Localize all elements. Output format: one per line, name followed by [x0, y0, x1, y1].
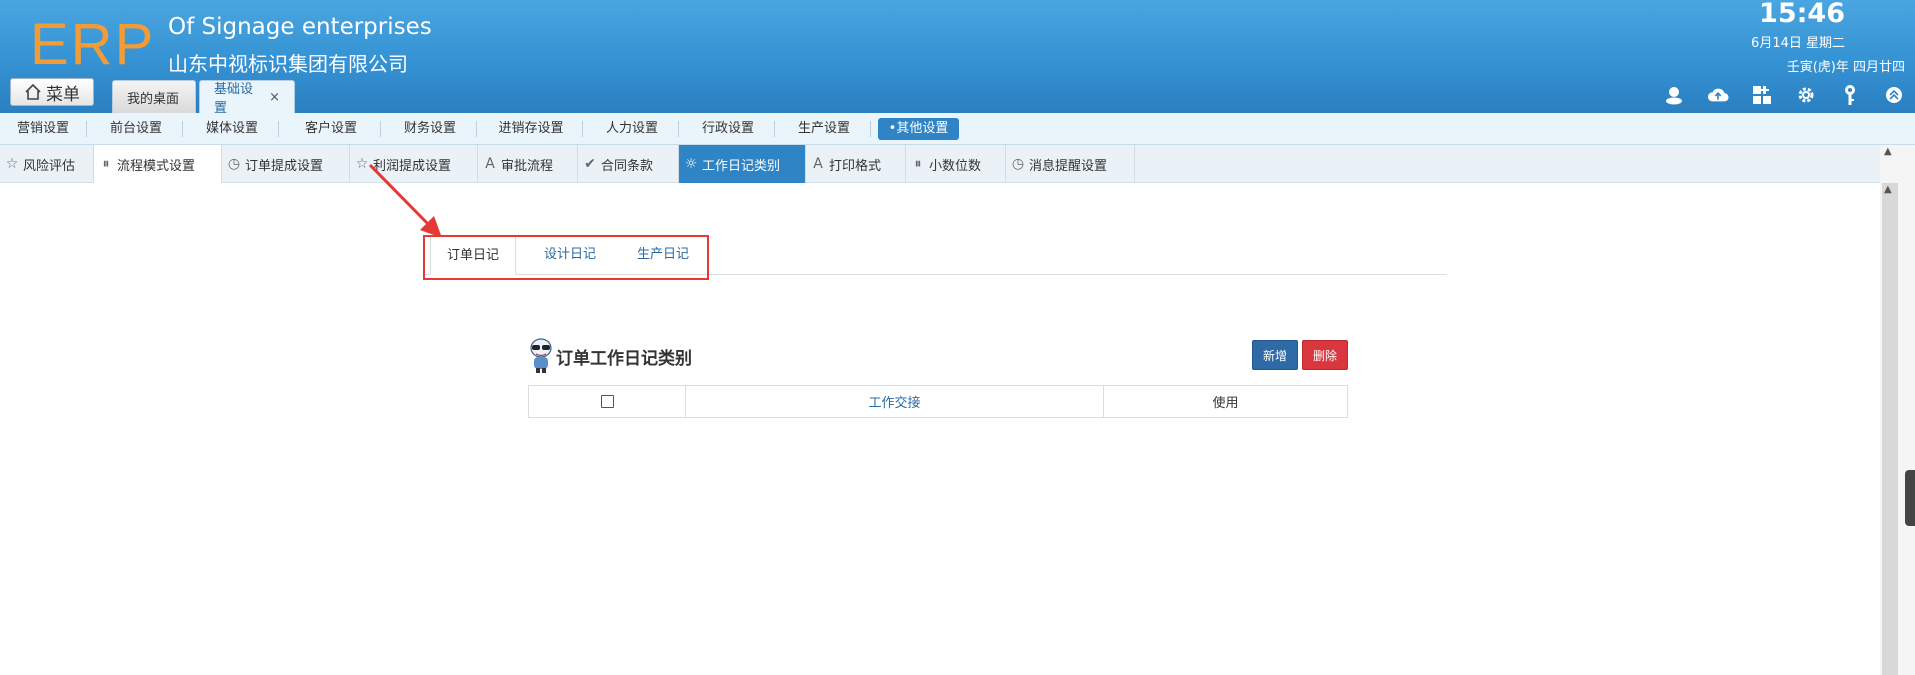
category-table: 工作交接 使用	[528, 385, 1348, 418]
pause-circle-icon: ⏸	[914, 156, 922, 172]
scroll-up-arrow-icon[interactable]: ▲	[1884, 146, 1892, 157]
annotation-highlight-box	[423, 235, 709, 280]
user-icon[interactable]	[1663, 84, 1685, 106]
table-header-use: 使用	[1212, 396, 1239, 411]
tab-my-desktop[interactable]: 我的桌面	[112, 80, 196, 113]
subnav-label: 订单提成设置	[245, 158, 324, 174]
font-a-icon: A	[813, 156, 823, 172]
section-title: 订单工作日记类别	[528, 337, 692, 375]
tab-basic-settings[interactable]: 基础设置 ×	[199, 80, 295, 116]
close-icon[interactable]: ×	[269, 90, 280, 105]
subnav-contract-terms[interactable]: ✔ 合同条款	[578, 145, 679, 183]
subnav-label: 小数位数	[929, 158, 982, 174]
clock-icon: ◷	[227, 156, 241, 172]
table-header-checkbox-cell	[529, 386, 686, 417]
category-other-settings[interactable]: •其他设置	[878, 118, 959, 140]
key-icon[interactable]	[1839, 84, 1861, 106]
category-customer-settings[interactable]: 客户设置	[282, 113, 380, 145]
table-header-work-handover[interactable]: 工作交接	[686, 386, 1104, 417]
home-icon	[25, 83, 41, 100]
category-inventory-settings[interactable]: 进销存设置	[480, 113, 582, 145]
tab-label: 我的桌面	[127, 91, 180, 107]
category-media-settings[interactable]: 媒体设置	[186, 113, 278, 145]
header-toolbar	[1663, 84, 1905, 106]
subnav-label: 合同条款	[601, 158, 654, 174]
clock-lunar-date: 壬寅(虎)年 四月廿四	[1786, 60, 1905, 75]
subnav-risk-assessment[interactable]: ☆ 风险评估	[0, 145, 94, 183]
scrollbar-track[interactable]	[1882, 183, 1898, 675]
subnav-label: 打印格式	[829, 158, 882, 174]
apps-icon[interactable]	[1751, 84, 1773, 106]
clock-icon: ◷	[1011, 156, 1025, 172]
font-a-icon: A	[485, 156, 495, 172]
category-production-settings[interactable]: 生产设置	[778, 113, 870, 145]
tab-label: 基础设置	[214, 82, 254, 116]
pause-circle-icon: ⏸	[102, 156, 110, 172]
category-hr-settings[interactable]: 人力设置	[586, 113, 678, 145]
section-title-text: 订单工作日记类别	[556, 348, 692, 369]
menu-label: 菜单	[46, 84, 80, 105]
subnav-label: 风险评估	[23, 158, 76, 174]
star-icon: ☆	[5, 156, 19, 172]
clock-date: 6月14日 星期二	[1751, 36, 1845, 51]
subnav-message-reminder-settings[interactable]: ◷ 消息提醒设置	[1006, 145, 1135, 183]
delete-button[interactable]: 删除	[1302, 340, 1348, 370]
main-menu-button[interactable]: 菜单	[10, 78, 94, 106]
category-nav: 营销设置 前台设置 媒体设置 客户设置 财务设置 进销存设置 人力设置 行政设置…	[0, 113, 1915, 145]
company-name-cn: 山东中视标识集团有限公司	[168, 52, 408, 76]
subnav-label: 消息提醒设置	[1029, 158, 1108, 174]
sun-icon: ☼	[684, 156, 698, 172]
cloud-upload-icon[interactable]	[1707, 84, 1729, 106]
subnav-print-format[interactable]: A 打印格式	[806, 145, 906, 183]
app-logo: ERP	[30, 12, 156, 77]
category-finance-settings[interactable]: 财务设置	[384, 113, 476, 145]
subnav-label: 审批流程	[501, 158, 554, 174]
sub-nav: ☆ 风险评估 ⏸ 流程模式设置 ◷ 订单提成设置 ☆ 利润提成设置 A 审批流程…	[0, 145, 1880, 183]
company-name-en: Of Signage enterprises	[168, 14, 432, 40]
subnav-approval-process[interactable]: A 审批流程	[478, 145, 578, 183]
collapse-up-icon[interactable]	[1883, 84, 1905, 106]
subnav-decimal-places[interactable]: ⏸ 小数位数	[906, 145, 1006, 183]
gear-icon[interactable]	[1795, 84, 1817, 106]
category-admin-settings[interactable]: 行政设置	[682, 113, 774, 145]
side-widget-handle[interactable]	[1905, 470, 1915, 526]
subnav-label: 流程模式设置	[117, 158, 196, 174]
add-button[interactable]: 新增	[1252, 340, 1298, 370]
category-front-settings[interactable]: 前台设置	[90, 113, 182, 145]
subnav-order-commission-settings[interactable]: ◷ 订单提成设置	[222, 145, 350, 183]
app-header: ERP Of Signage enterprises 山东中视标识集团有限公司 …	[0, 0, 1915, 116]
category-marketing-settings[interactable]: 营销设置	[0, 113, 86, 145]
check-icon: ✔	[584, 156, 596, 172]
scroll-up-arrow-icon[interactable]: ▲	[1884, 184, 1892, 195]
mascot-icon	[530, 338, 552, 373]
select-all-checkbox[interactable]	[600, 395, 614, 408]
subnav-process-mode-settings[interactable]: ⏸ 流程模式设置	[94, 145, 222, 183]
subnav-work-diary-category[interactable]: ☼ 工作日记类别	[679, 145, 806, 183]
subnav-label: 工作日记类别	[702, 158, 781, 174]
clock-time: 15:46	[1759, 0, 1845, 29]
